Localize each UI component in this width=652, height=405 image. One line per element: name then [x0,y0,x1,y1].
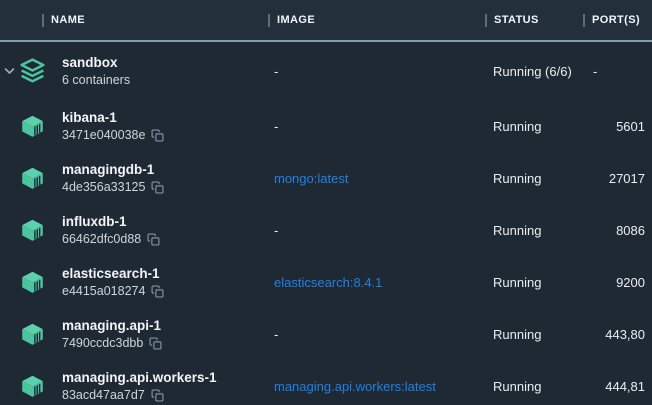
name-cell: kibana-1 3471e040038e [0,100,268,152]
container-cube-icon [19,373,46,399]
container-subline: e4415a018274 [62,283,164,300]
ports-text: 444,81 [583,360,652,405]
container-cube-icon [19,217,46,243]
table-body: sandbox 6 containers - Running (6/6) - [0,42,652,405]
container-id: 4de356a33125 [62,179,145,196]
table-row[interactable]: managing.api-1 7490ccdc3dbb - Running 44… [0,308,652,360]
column-header-ports[interactable]: PORT(S) [583,0,652,40]
container-subline: 3471e040038e [62,127,164,144]
table-header: NAME IMAGE STATUS PORT(S) [0,0,652,42]
name-text: managingdb-1 4de356a33125 [62,161,164,196]
column-divider [583,14,585,27]
name-text: elasticsearch-1 e4415a018274 [62,265,164,300]
container-name: sandbox [62,54,130,72]
image-name[interactable]: managing.api.workers:latest [268,360,485,405]
copy-icon[interactable] [151,285,164,298]
status-text: Running [485,204,583,256]
image-name[interactable]: elasticsearch:8.4.1 [268,256,485,308]
name-text: sandbox 6 containers [62,54,130,89]
status-text: Running [485,256,583,308]
container-subline: 83acd47aa7d7 [62,387,217,404]
container-name: elasticsearch-1 [62,265,164,283]
column-header-image[interactable]: IMAGE [268,0,485,40]
copy-icon[interactable] [147,233,160,246]
ports-text: 27017 [583,152,652,204]
container-id: 83acd47aa7d7 [62,387,145,404]
container-id: e4415a018274 [62,283,145,300]
column-divider [42,14,44,27]
column-label: NAME [51,14,85,26]
container-subline: 4de356a33125 [62,179,164,196]
ports-text: 443,80 [583,308,652,360]
chevron-down-icon[interactable] [4,66,15,76]
container-name: kibana-1 [62,109,164,127]
column-label: IMAGE [277,14,315,26]
name-text: managing.api.workers-1 83acd47aa7d7 [62,369,217,404]
container-cube-icon [19,321,46,347]
image-name: - [268,308,485,360]
table-row[interactable]: managing.api.workers-1 83acd47aa7d7 mana… [0,360,652,405]
table-row[interactable]: elasticsearch-1 e4415a018274 elasticsear… [0,256,652,308]
container-name: managing.api-1 [62,317,162,335]
table-row[interactable]: kibana-1 3471e040038e - Running 5601 [0,100,652,152]
name-text: kibana-1 3471e040038e [62,109,164,144]
column-label: STATUS [494,14,539,26]
name-text: influxdb-1 66462dfc0d88 [62,213,160,248]
container-name: managingdb-1 [62,161,164,179]
status-text: Running [485,308,583,360]
column-header-status[interactable]: STATUS [485,0,583,40]
image-name: - [268,42,485,100]
container-cube-icon [19,269,46,295]
column-divider [268,14,270,27]
container-id: 7490ccdc3dbb [62,335,143,352]
name-cell: managing.api.workers-1 83acd47aa7d7 [0,360,268,405]
ports-text: 8086 [583,204,652,256]
ports-text: 5601 [583,100,652,152]
copy-icon[interactable] [149,337,162,350]
column-label: PORT(S) [592,14,640,26]
name-cell: influxdb-1 66462dfc0d88 [0,204,268,256]
container-subline: 7490ccdc3dbb [62,335,162,352]
status-text: Running [485,152,583,204]
table-row[interactable]: managingdb-1 4de356a33125 mongo:latest R… [0,152,652,204]
table-row[interactable]: sandbox 6 containers - Running (6/6) - [0,42,652,100]
copy-icon[interactable] [151,181,164,194]
container-id: 3471e040038e [62,127,145,144]
name-cell: elasticsearch-1 e4415a018274 [0,256,268,308]
ports-text: - [583,42,652,100]
ports-text: 9200 [583,256,652,308]
status-text: Running (6/6) [485,42,583,100]
status-text: Running [485,100,583,152]
copy-icon[interactable] [151,129,164,142]
name-cell: sandbox 6 containers [0,42,268,100]
container-id: 66462dfc0d88 [62,231,141,248]
column-divider [485,14,487,27]
copy-icon[interactable] [151,389,164,402]
name-cell: managing.api-1 7490ccdc3dbb [0,308,268,360]
container-name: managing.api.workers-1 [62,369,217,387]
container-subline: 6 containers [62,72,130,89]
name-cell: managingdb-1 4de356a33125 [0,152,268,204]
table-row[interactable]: influxdb-1 66462dfc0d88 - Running 8086 [0,204,652,256]
image-name: - [268,204,485,256]
status-text: Running [485,360,583,405]
container-id: 6 containers [62,72,130,89]
container-cube-icon [19,165,46,191]
container-subline: 66462dfc0d88 [62,231,160,248]
container-cube-icon [19,113,46,139]
name-text: managing.api-1 7490ccdc3dbb [62,317,162,352]
column-header-name[interactable]: NAME [0,0,268,40]
containers-table: NAME IMAGE STATUS PORT(S) [0,0,652,405]
image-name: - [268,100,485,152]
image-name[interactable]: mongo:latest [268,152,485,204]
container-name: influxdb-1 [62,213,160,231]
stack-layers-icon [19,58,46,84]
